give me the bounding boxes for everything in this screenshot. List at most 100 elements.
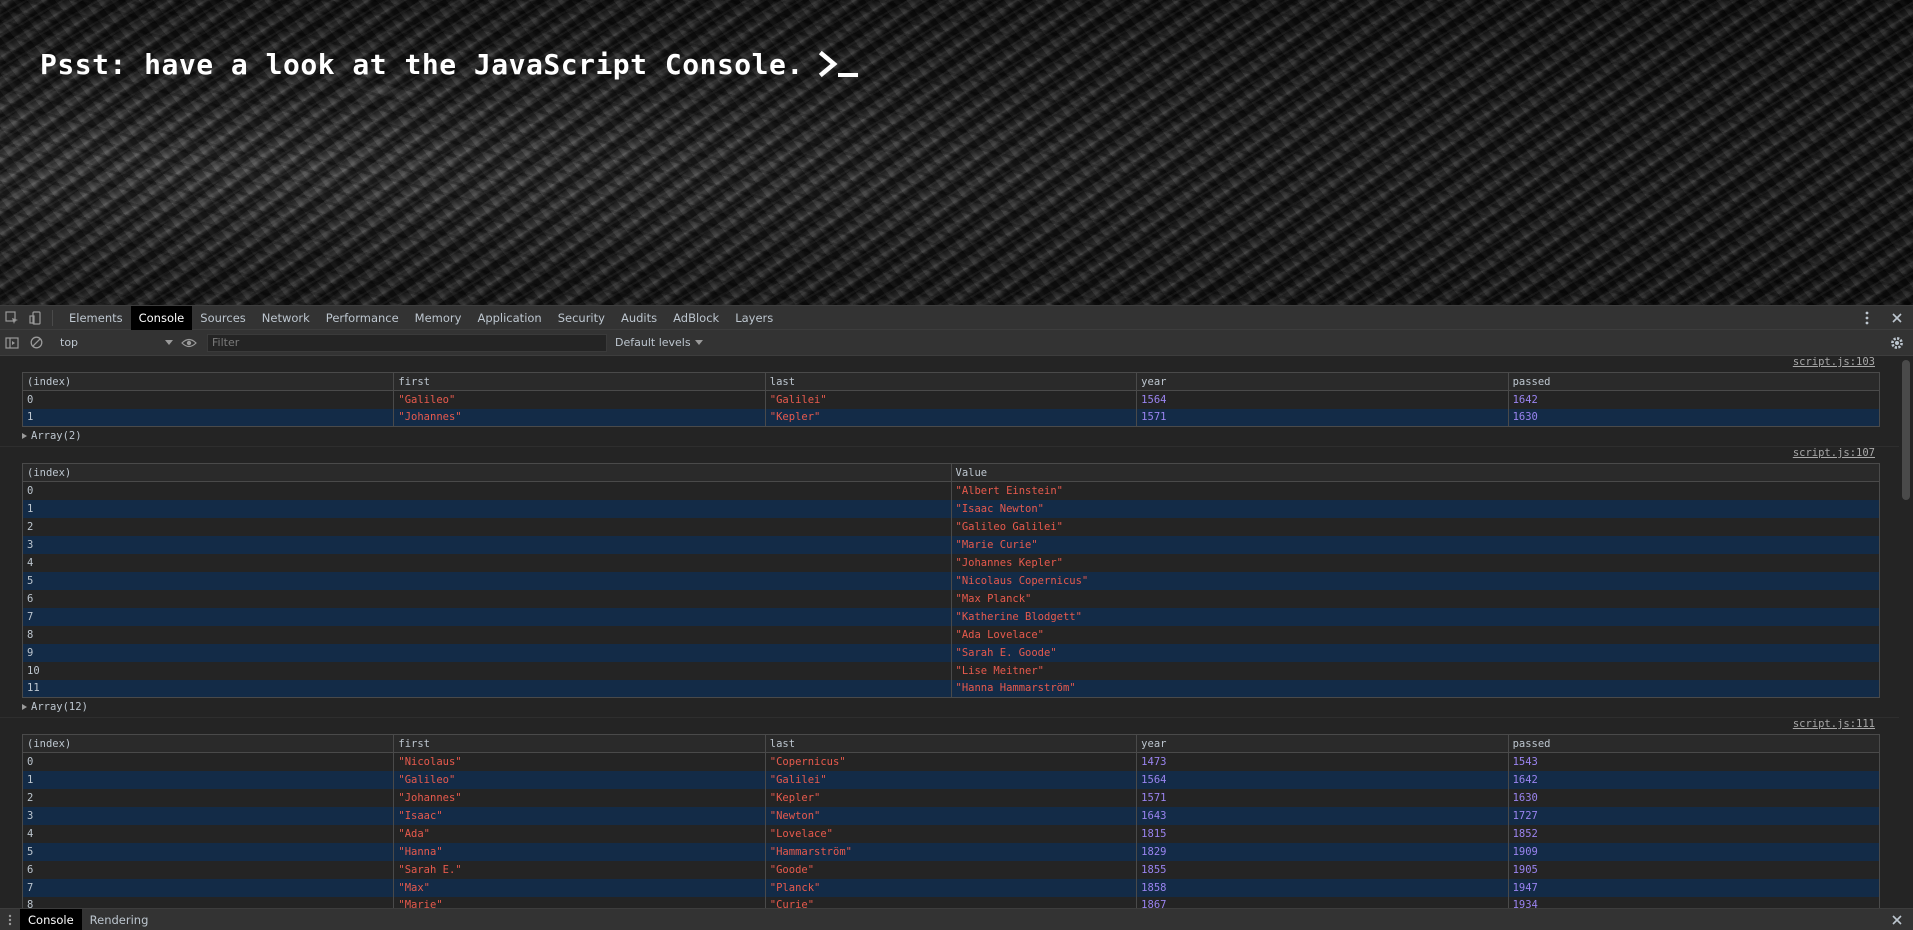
tab-performance[interactable]: Performance <box>318 306 407 330</box>
source-link[interactable]: script.js:111 <box>1793 718 1875 730</box>
table-cell: 9 <box>22 643 952 662</box>
table-cell: "Planck" <box>764 878 1138 897</box>
table-cell: "Albert Einstein" <box>950 481 1880 500</box>
table-cell: 1947 <box>1507 878 1881 897</box>
table-cell: 7 <box>22 607 952 626</box>
column-header[interactable]: passed <box>1507 734 1881 753</box>
array-label: Array(2) <box>31 430 82 442</box>
clear-console-icon[interactable] <box>24 331 48 355</box>
table-cell: "Lovelace" <box>764 824 1138 843</box>
devtools-panel: Elements Console Sources Network Performance… <box>0 305 1913 930</box>
table-cell: 1543 <box>1507 752 1881 771</box>
table-cell: "Kepler" <box>764 408 1138 427</box>
column-header[interactable]: (index) <box>21 734 395 753</box>
table-cell: 1727 <box>1507 806 1881 825</box>
table-cell: 1630 <box>1507 408 1881 427</box>
table-cell: 0 <box>21 390 395 409</box>
tabbar-right <box>1855 306 1909 330</box>
close-devtools-icon[interactable] <box>1885 306 1909 330</box>
table-row: 2 "Johannes" "Kepler" 1571 1630 <box>21 788 1881 807</box>
table-row: 6 "Sarah E." "Goode" 1855 1905 <box>21 860 1881 879</box>
console-message: script.js:111 (index) first last year passed 0… <box>0 718 1913 909</box>
table-cell: 1630 <box>1507 788 1881 807</box>
table-row: 7 "Max" "Planck" 1858 1947 <box>21 878 1881 897</box>
console-table: (index) first last year passed 0 "Nicolaus" "Co… <box>21 734 1881 909</box>
console-toolbar: top Default levels <box>0 330 1913 356</box>
console-settings-gear-icon[interactable] <box>1885 331 1909 355</box>
more-options-icon[interactable] <box>1855 306 1879 330</box>
table-row: 3 "Marie Curie" <box>22 535 1880 554</box>
table-cell: "Galileo" <box>393 390 766 409</box>
tab-layers[interactable]: Layers <box>727 306 781 330</box>
table-row: 4 "Johannes Kepler" <box>22 553 1880 572</box>
console-message: script.js:107 (index) Value 0 "Albert Einste… <box>0 447 1913 718</box>
table-cell: 0 <box>22 481 952 500</box>
table-cell: "Galilei" <box>764 390 1138 409</box>
table-row: 1 "Galileo" "Galilei" 1564 1642 <box>21 770 1881 789</box>
table-cell: "Johannes" <box>393 408 766 427</box>
drawer-tab-rendering[interactable]: Rendering <box>82 909 157 930</box>
column-header[interactable]: first <box>393 372 766 391</box>
table-row: 5 "Hanna" "Hammarström" 1829 1909 <box>21 842 1881 861</box>
tab-sources[interactable]: Sources <box>192 306 254 330</box>
tab-adblock[interactable]: AdBlock <box>665 306 727 330</box>
table-row: 6 "Max Planck" <box>22 589 1880 608</box>
table-row: 4 "Ada" "Lovelace" 1815 1852 <box>21 824 1881 843</box>
table-cell: 2 <box>22 517 952 536</box>
column-header[interactable]: year <box>1136 372 1509 391</box>
tab-memory[interactable]: Memory <box>407 306 470 330</box>
table-cell: 1564 <box>1136 770 1509 789</box>
tab-security[interactable]: Security <box>550 306 613 330</box>
device-toolbar-icon[interactable] <box>24 306 48 330</box>
table-cell: "Johannes Kepler" <box>950 553 1880 572</box>
levels-dropdown[interactable]: Default levels <box>615 336 703 349</box>
column-header[interactable]: (index) <box>21 372 395 391</box>
column-header[interactable]: last <box>764 372 1138 391</box>
filter-input[interactable] <box>207 333 607 352</box>
source-link[interactable]: script.js:103 <box>1793 356 1875 368</box>
table-cell: "Kepler" <box>764 788 1138 807</box>
expand-triangle-icon <box>22 704 27 710</box>
live-expression-eye-icon[interactable] <box>177 331 201 355</box>
context-select[interactable]: top <box>52 333 177 353</box>
column-header[interactable]: first <box>393 734 766 753</box>
table-cell: 1909 <box>1507 842 1881 861</box>
chevron-down-icon <box>165 336 173 349</box>
table-cell: 1829 <box>1136 842 1509 861</box>
column-header[interactable]: passed <box>1507 372 1881 391</box>
tab-audits[interactable]: Audits <box>613 306 665 330</box>
table-row: 9 "Sarah E. Goode" <box>22 643 1880 662</box>
toolbar-right <box>1885 330 1909 356</box>
column-header[interactable]: year <box>1136 734 1509 753</box>
column-header[interactable]: last <box>764 734 1138 753</box>
array-expander[interactable]: Array(2) <box>22 427 1883 444</box>
devtools-tabs: Elements Console Sources Network Performance… <box>61 305 781 330</box>
tab-elements[interactable]: Elements <box>61 306 131 330</box>
table-cell: 2 <box>21 788 395 807</box>
tab-console[interactable]: Console <box>130 305 193 330</box>
drawer-tab-console[interactable]: Console <box>20 908 82 930</box>
console-scrollbar[interactable] <box>1899 356 1913 909</box>
table-cell: "Isaac" <box>393 806 766 825</box>
chevron-down-icon <box>694 336 703 349</box>
table-cell: "Hammarström" <box>764 842 1138 861</box>
table-cell: 5 <box>21 842 395 861</box>
tab-application[interactable]: Application <box>469 306 549 330</box>
rock-texture <box>0 0 1913 305</box>
array-expander[interactable]: Array(12) <box>22 698 1883 715</box>
tab-network[interactable]: Network <box>254 306 318 330</box>
table-cell: 6 <box>21 860 395 879</box>
table-row: 11 "Hanna Hammarström" <box>22 679 1880 698</box>
table-cell: 1 <box>21 408 395 427</box>
show-sidebar-icon[interactable] <box>0 331 24 355</box>
table-cell: 1642 <box>1507 390 1881 409</box>
table-cell: 1905 <box>1507 860 1881 879</box>
context-value: top <box>60 336 79 349</box>
drawer-menu-icon[interactable] <box>0 908 20 930</box>
column-header[interactable]: (index) <box>22 463 952 482</box>
close-drawer-icon[interactable] <box>1885 909 1909 930</box>
column-header[interactable]: Value <box>950 463 1880 482</box>
scrollbar-thumb[interactable] <box>1902 360 1910 500</box>
source-link[interactable]: script.js:107 <box>1793 447 1875 459</box>
inspect-element-icon[interactable] <box>0 306 24 330</box>
